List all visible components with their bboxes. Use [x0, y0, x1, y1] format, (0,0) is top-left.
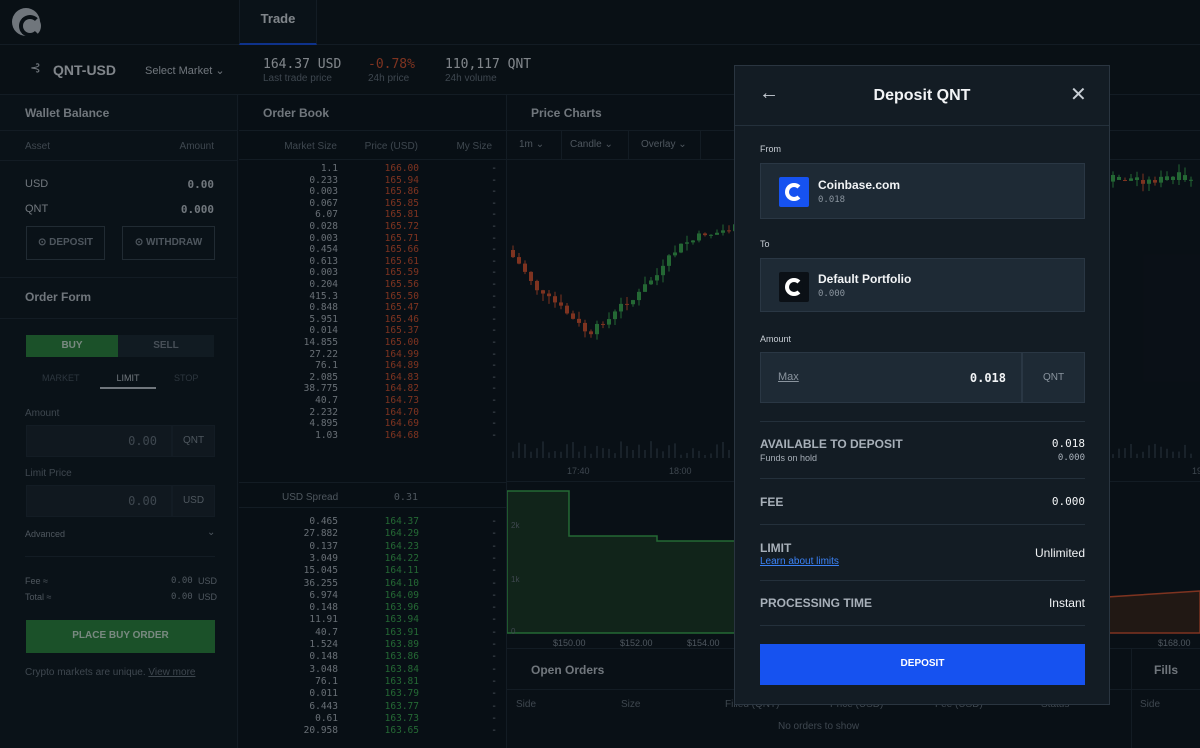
coinbase-logo-icon	[779, 177, 809, 207]
to-account-card[interactable]: Default Portfolio 0.000	[760, 258, 1085, 312]
on-hold-value: 0.000	[1057, 453, 1085, 463]
max-link[interactable]: Max	[778, 371, 799, 383]
coinbase-c-icon	[785, 183, 803, 201]
divider	[760, 580, 1085, 581]
to-account-name: Default Portfolio	[818, 272, 912, 286]
deposit-button[interactable]: DEPOSIT	[760, 644, 1085, 685]
processing-value: Instant	[1048, 596, 1085, 610]
processing-label: PROCESSING TIME	[760, 596, 873, 610]
trade-app: Trade ⊰ QNT-USD Select Market ⌄ 164.37 U…	[0, 0, 1200, 748]
from-account-name: Coinbase.com	[818, 178, 901, 192]
available-label: AVAILABLE TO DEPOSIT	[760, 437, 903, 451]
amount-label: Amount	[760, 334, 792, 344]
divider	[760, 524, 1085, 525]
deposit-amount-value: 0.018	[969, 371, 1006, 385]
limit-label: LIMIT	[760, 541, 792, 555]
close-icon[interactable]: ✕	[1070, 82, 1087, 107]
fee-value: 0.000	[1051, 495, 1085, 508]
from-label: From	[760, 144, 781, 154]
divider	[760, 421, 1085, 422]
portfolio-logo-icon	[779, 272, 809, 302]
divider	[760, 478, 1085, 479]
deposit-amount-input[interactable]: Max 0.018	[760, 352, 1022, 403]
on-hold-label: Funds on hold	[760, 453, 818, 463]
available-value: 0.018	[1051, 437, 1085, 450]
modal-title: Deposit QNT	[873, 87, 971, 104]
learn-limits-link[interactable]: Learn about limits	[760, 556, 839, 567]
deposit-modal: ← Deposit QNT ✕ From Coinbase.com 0.018 …	[734, 65, 1110, 705]
divider	[760, 625, 1085, 626]
to-account-balance: 0.000	[818, 289, 846, 299]
to-label: To	[760, 239, 770, 249]
deposit-amount-unit: QNT	[1022, 352, 1085, 403]
from-account-card[interactable]: Coinbase.com 0.018	[760, 163, 1085, 219]
portfolio-c-icon	[785, 278, 803, 296]
from-account-balance: 0.018	[818, 195, 846, 205]
limit-value: Unlimited	[1034, 546, 1085, 560]
fee-label: FEE	[760, 495, 784, 509]
